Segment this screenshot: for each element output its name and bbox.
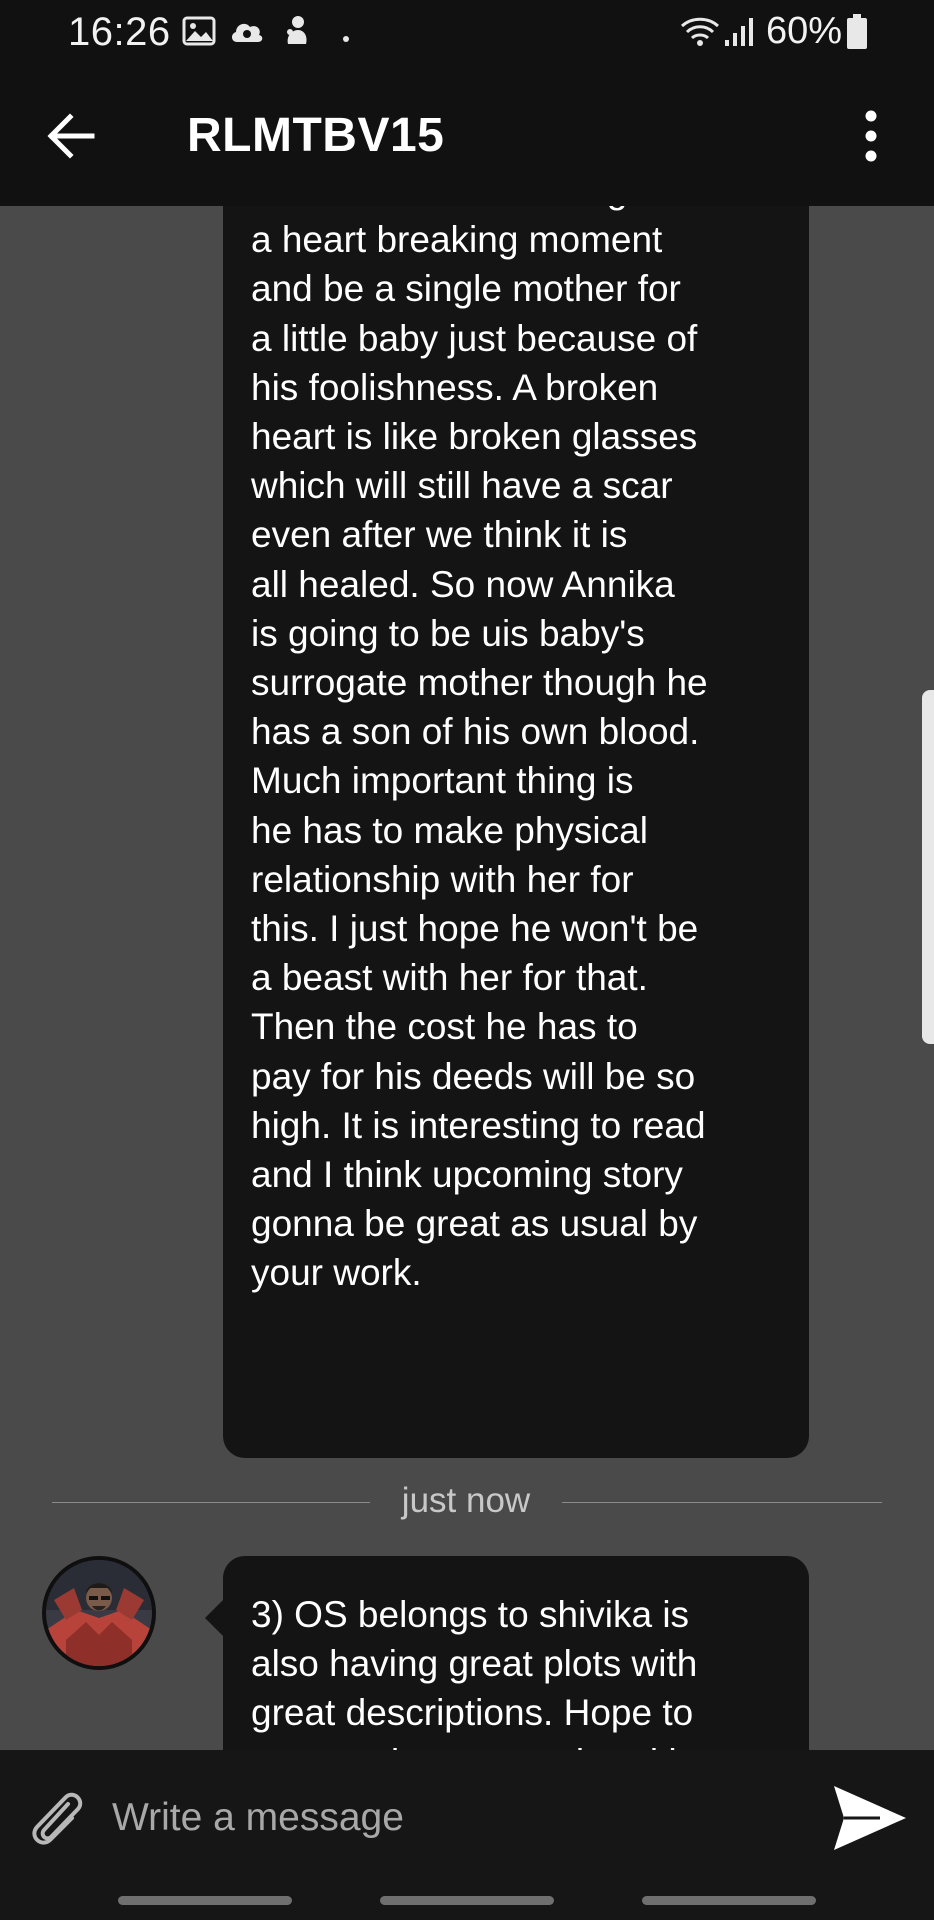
message-text: her. She had to undergo a heart breaking… bbox=[251, 206, 708, 1294]
wifi-icon bbox=[680, 16, 720, 53]
status-time: 16:26 bbox=[68, 10, 171, 54]
avatar[interactable] bbox=[42, 1556, 156, 1670]
message-input[interactable] bbox=[112, 1776, 802, 1860]
message-bubble[interactable]: 3) OS belongs to shivika is also having … bbox=[205, 1556, 809, 1750]
signal-icon bbox=[724, 16, 754, 53]
time-divider: just now bbox=[52, 1477, 882, 1527]
message-composer bbox=[0, 1750, 934, 1920]
cloud-icon bbox=[228, 16, 266, 51]
send-button[interactable] bbox=[830, 1780, 910, 1856]
nav-recents-handle[interactable] bbox=[118, 1896, 292, 1905]
avatar-photo bbox=[46, 1560, 152, 1666]
nav-home-handle[interactable] bbox=[380, 1896, 554, 1905]
divider-line bbox=[52, 1502, 370, 1503]
system-nav-bar bbox=[0, 1890, 934, 1920]
app-header: RLMTBV15 bbox=[0, 66, 934, 206]
conversation-title: RLMTBV15 bbox=[187, 109, 445, 162]
nav-back-handle[interactable] bbox=[642, 1896, 816, 1905]
send-icon bbox=[834, 1786, 906, 1850]
status-bar: 16:26 60% bbox=[0, 0, 934, 66]
arrow-left-icon bbox=[47, 113, 95, 159]
battery-icon bbox=[846, 14, 868, 55]
dot-icon bbox=[342, 30, 350, 48]
more-vertical-icon bbox=[865, 110, 877, 162]
paperclip-icon bbox=[32, 1792, 83, 1845]
divider-timestamp: just now bbox=[401, 1481, 531, 1520]
message-bubble[interactable]: her. She had to undergo a heart breaking… bbox=[223, 206, 809, 1458]
battery-percent: 60% bbox=[766, 10, 843, 52]
baby-icon bbox=[282, 14, 312, 53]
chat-screen: 16:26 60% RLMTBV15 a heart breaking mome… bbox=[0, 0, 934, 1920]
message-list[interactable]: her. She had to undergo a heart breaking… bbox=[0, 206, 934, 1750]
more-options-button[interactable] bbox=[856, 110, 886, 162]
scrollbar-thumb[interactable] bbox=[922, 690, 934, 1044]
back-button[interactable] bbox=[42, 106, 102, 166]
gallery-icon bbox=[182, 16, 216, 51]
divider-line bbox=[562, 1502, 882, 1503]
message-text: 3) OS belongs to shivika is also having … bbox=[251, 1594, 698, 1750]
attach-button[interactable] bbox=[22, 1782, 94, 1854]
